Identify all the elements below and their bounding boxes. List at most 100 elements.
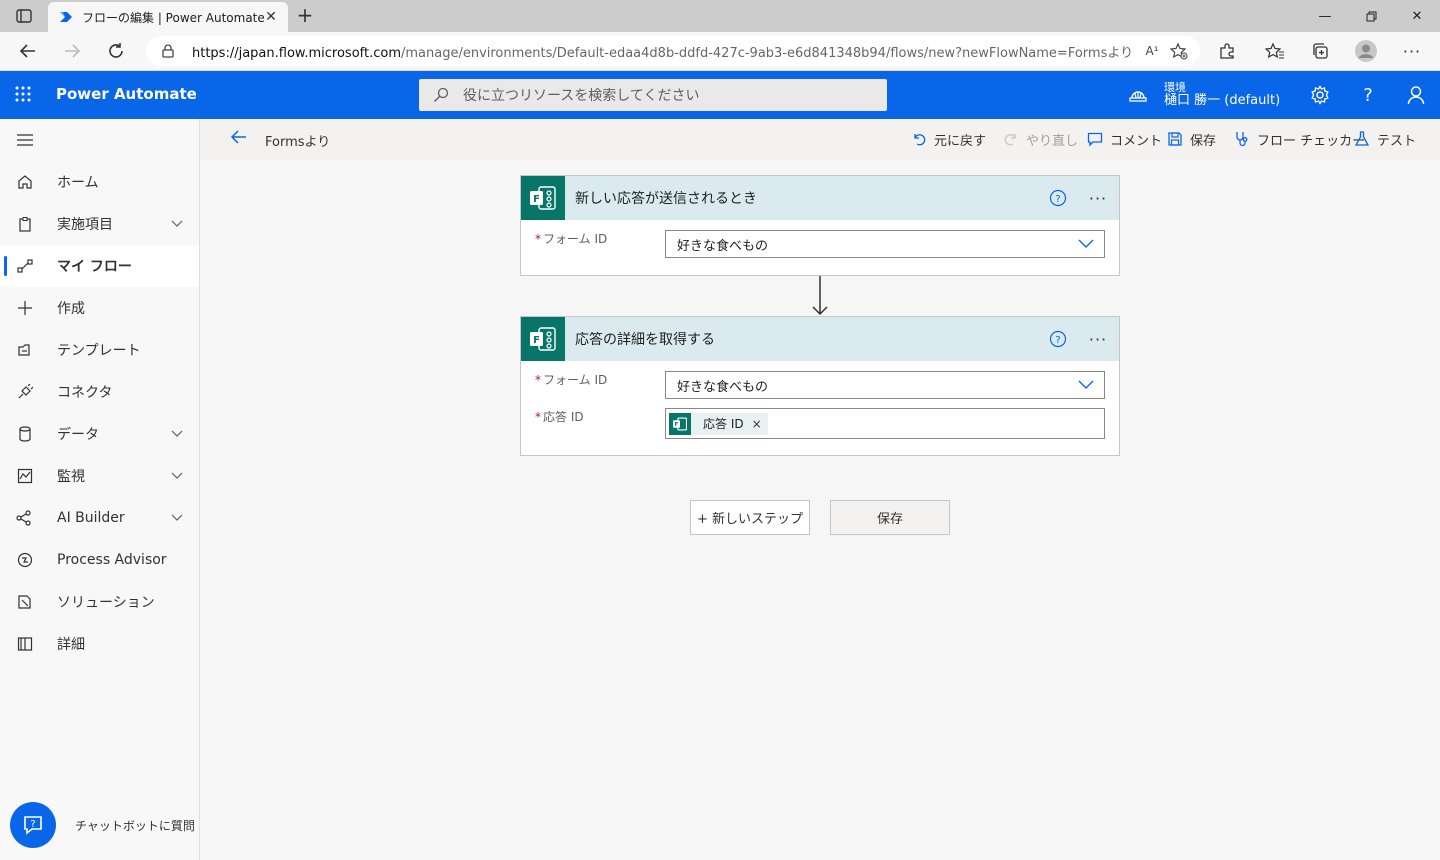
command-bar: Formsより 元に戻す やり直し コメント 保存 フロー チェッカー テスト xyxy=(200,119,1440,159)
form-id-value: 好きな食べもの xyxy=(677,379,769,395)
chatbot-label[interactable]: チャットボットに質問 xyxy=(75,817,195,834)
flow-name[interactable]: Formsより xyxy=(265,131,330,150)
back-arrow-icon[interactable] xyxy=(230,129,250,149)
restore-icon[interactable] xyxy=(1348,0,1394,32)
sidebar-item-process-advisor[interactable]: Process Advisor xyxy=(0,539,199,581)
trigger-card: F 新しい応答が送信されるとき ? ··· * フォーム ID 好きな食べもの xyxy=(520,175,1120,276)
template-icon xyxy=(16,341,34,359)
microsoft-forms-icon: F xyxy=(521,176,565,220)
extensions-icon[interactable] xyxy=(1213,38,1241,64)
flow-checker-button[interactable]: フロー チェッカー xyxy=(1233,129,1365,149)
chevron-down-icon xyxy=(171,220,185,228)
svg-text:?: ? xyxy=(1055,335,1060,346)
back-icon[interactable] xyxy=(14,38,42,64)
book-icon xyxy=(16,635,34,653)
chatbot-button[interactable]: ? xyxy=(10,802,56,848)
minimize-icon[interactable]: — xyxy=(1302,0,1348,32)
close-window-icon[interactable]: ✕ xyxy=(1394,0,1440,32)
svg-text:F: F xyxy=(675,422,679,428)
arrow-down-icon xyxy=(811,276,829,316)
hamburger-menu-icon[interactable] xyxy=(16,133,34,147)
sidebar-item-home[interactable]: ホーム xyxy=(0,161,199,203)
help-icon[interactable]: ? xyxy=(1356,83,1380,107)
more-options-icon[interactable]: ··· xyxy=(1087,189,1109,208)
form-id-label: * フォーム ID xyxy=(535,232,608,246)
connector-plug-icon xyxy=(16,383,34,401)
ai-builder-icon xyxy=(16,509,34,527)
trigger-card-header[interactable]: F 新しい応答が送信されるとき ? ··· xyxy=(521,176,1119,220)
redo-button[interactable]: やり直し xyxy=(1002,129,1078,149)
favorites-icon[interactable] xyxy=(1261,38,1289,64)
sidebar-item-monitor[interactable]: 監視 xyxy=(0,455,199,497)
environment-picker[interactable]: 環境 樋口 勝一 (default) xyxy=(1128,79,1280,111)
token-remove-icon[interactable]: × xyxy=(752,417,762,431)
browser-tab-strip: フローの編集 | Power Automate ✕ + — ✕ xyxy=(0,0,1440,32)
form-id-dropdown[interactable]: 好きな食べもの xyxy=(665,371,1105,399)
save-button[interactable]: 保存 xyxy=(830,500,950,535)
form-id-dropdown[interactable]: 好きな食べもの xyxy=(665,230,1105,258)
process-advisor-icon xyxy=(16,551,34,569)
help-circle-icon[interactable]: ? xyxy=(1049,330,1067,348)
sidebar-item-solutions[interactable]: ソリューション xyxy=(0,581,199,623)
sidebar-item-label: 監視 xyxy=(57,469,85,485)
sidebar-item-my-flows[interactable]: マイ フロー xyxy=(0,245,199,287)
refresh-icon[interactable] xyxy=(102,38,130,64)
microsoft-forms-icon: F xyxy=(669,412,691,435)
chevron-down-icon xyxy=(171,514,185,522)
flow-checker-label: フロー チェッカー xyxy=(1257,133,1366,149)
new-step-button[interactable]: + 新しいステップ xyxy=(690,500,810,535)
clipboard-icon xyxy=(16,215,34,233)
app-name[interactable]: Power Automate xyxy=(56,85,197,103)
tab-close-icon[interactable]: ✕ xyxy=(264,9,278,25)
browser-tab[interactable]: フローの編集 | Power Automate ✕ xyxy=(48,2,288,32)
search-input[interactable]: 役に立つリソースを検索してください xyxy=(419,79,887,111)
tab-actions-icon[interactable] xyxy=(12,6,36,26)
dynamic-content-token[interactable]: F 応答 ID × xyxy=(669,412,768,435)
sidebar-item-label: 詳細 xyxy=(57,637,85,653)
address-bar[interactable]: https://japan.flow.microsoft.com/manage/… xyxy=(146,36,1200,66)
sidebar-item-label: ホーム xyxy=(57,175,99,191)
svg-text:?: ? xyxy=(30,819,35,830)
chevron-down-icon xyxy=(1078,239,1094,249)
chevron-down-icon xyxy=(1078,380,1094,390)
account-icon[interactable] xyxy=(1404,83,1428,107)
comment-label: コメント xyxy=(1110,133,1163,149)
comment-icon xyxy=(1086,130,1104,148)
test-label: テスト xyxy=(1377,133,1417,149)
sidebar-item-data[interactable]: データ xyxy=(0,413,199,455)
sidebar-item-ai-builder[interactable]: AI Builder xyxy=(0,497,199,539)
forward-icon[interactable] xyxy=(58,38,86,64)
save-toolbar-button[interactable]: 保存 xyxy=(1166,129,1216,149)
tab-title: フローの編集 | Power Automate xyxy=(82,10,264,25)
comment-button[interactable]: コメント xyxy=(1086,129,1162,149)
sidebar-item-label: Process Advisor xyxy=(57,552,167,568)
solutions-icon xyxy=(16,593,34,611)
help-circle-icon[interactable]: ? xyxy=(1049,189,1067,207)
profile-avatar-icon[interactable] xyxy=(1352,38,1380,64)
sidebar-item-templates[interactable]: テンプレート xyxy=(0,329,199,371)
sidebar-item-learn[interactable]: 詳細 xyxy=(0,623,199,665)
sidebar-item-action-items[interactable]: 実施項目 xyxy=(0,203,199,245)
microsoft-forms-icon: F xyxy=(521,317,565,361)
save-icon xyxy=(1166,130,1184,148)
sidebar-item-connectors[interactable]: コネクタ xyxy=(0,371,199,413)
action-card-header[interactable]: F 応答の詳細を取得する ? ··· xyxy=(521,317,1119,361)
undo-button[interactable]: 元に戻す xyxy=(910,129,986,149)
add-favorite-icon[interactable] xyxy=(1170,42,1190,60)
gear-icon[interactable] xyxy=(1308,83,1332,107)
test-button[interactable]: テスト xyxy=(1353,129,1416,149)
environment-icon xyxy=(1128,86,1152,104)
power-automate-favicon-icon xyxy=(58,9,74,25)
collections-icon[interactable] xyxy=(1306,38,1334,64)
new-tab-icon[interactable]: + xyxy=(294,5,316,27)
app-launcher-icon[interactable] xyxy=(14,85,34,105)
sidebar-item-label: 作成 xyxy=(57,301,85,317)
response-id-input[interactable]: F 応答 ID × xyxy=(665,408,1105,439)
settings-more-icon[interactable]: ··· xyxy=(1398,38,1426,64)
more-options-icon[interactable]: ··· xyxy=(1087,330,1109,349)
sidebar-item-create[interactable]: 作成 xyxy=(0,287,199,329)
read-aloud-icon[interactable]: A¹ xyxy=(1142,44,1162,58)
redo-label: やり直し xyxy=(1026,133,1079,149)
flow-designer-canvas: F 新しい応答が送信されるとき ? ··· * フォーム ID 好きな食べもの F… xyxy=(200,159,1440,860)
lock-icon xyxy=(162,44,178,58)
